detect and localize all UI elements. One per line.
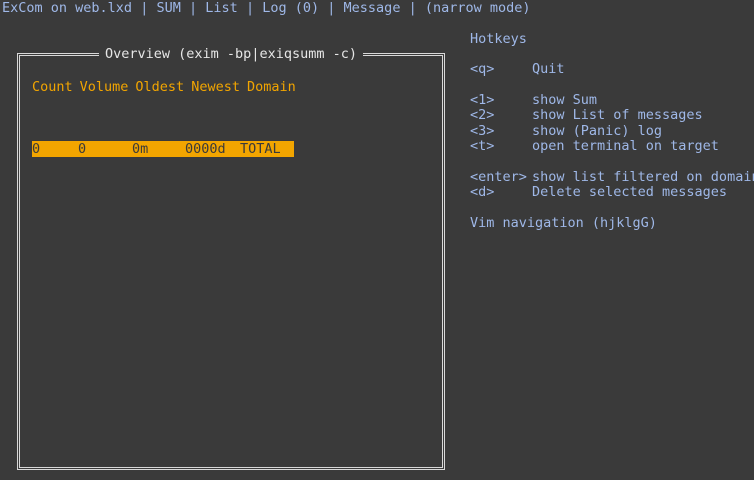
column-header-count: Count (32, 79, 73, 95)
hotkey-desc: Quit (532, 61, 565, 77)
app-title: ExCom on web.lxd (2, 0, 133, 16)
hotkey-key: <t> (470, 138, 495, 154)
menu-item-sum[interactable]: SUM (156, 0, 180, 16)
hotkey-delete: <d> Delete selected messages (470, 184, 754, 201)
column-header-newest: Newest (191, 79, 240, 95)
hotkey-key: <q> (470, 61, 495, 77)
hotkey-desc: Delete selected messages (532, 184, 728, 200)
hotkey-key: <1> (470, 91, 495, 108)
menu-item-log[interactable]: Log (0) (262, 0, 319, 16)
hotkey-key: <enter> (470, 168, 527, 185)
hotkey-enter: <enter> show list filtered on domain (470, 168, 754, 186)
hotkey-desc: show List of messages (532, 107, 703, 123)
hotkey-vim-navigation: Vim navigation (hjklgG) (470, 214, 657, 231)
cell-volume: 0 (78, 141, 87, 157)
cell-domain: TOTAL (240, 141, 281, 157)
menu-item-narrow-mode[interactable]: (narrow mode) (425, 0, 531, 16)
column-header-oldest: Oldest (135, 79, 185, 95)
column-header-row: Count Volume Oldest Newest Domain (32, 79, 296, 95)
menu-separator: | (140, 0, 149, 16)
cell-oldest: 0m (132, 141, 149, 157)
overview-panel-title: Overview (exim -bp|exiqsumm -c) (99, 46, 363, 62)
hotkey-quit: <q> Quit (470, 61, 754, 78)
menu-separator: | (327, 0, 336, 16)
hotkey-show-log: <3> show (Panic) log (470, 122, 754, 140)
menu-item-message[interactable]: Message (344, 0, 401, 16)
column-header-domain: Domain (246, 79, 296, 95)
hotkeys-title: Hotkeys (470, 31, 527, 47)
cell-newest: 0000d (185, 141, 226, 157)
hotkey-key: <d> (470, 184, 495, 200)
table-row-total[interactable]: 0 0 0m 0000d TOTAL (32, 141, 294, 157)
hotkey-desc: open terminal on target (532, 138, 719, 154)
cell-count: 0 (32, 141, 41, 157)
menu-item-list[interactable]: List (205, 0, 238, 16)
top-menu-bar: ExCom on web.lxd | SUM | List | Log (0) … (2, 0, 531, 16)
hotkey-desc: show (Panic) log (532, 122, 663, 139)
column-header-volume: Volume (79, 79, 129, 95)
hotkey-open-terminal: <t> open terminal on target (470, 138, 754, 155)
hotkey-desc: show Sum (532, 91, 598, 108)
overview-panel: Overview (exim -bp|exiqsumm -c) Count Vol… (17, 46, 445, 470)
menu-separator: | (189, 0, 198, 16)
menu-separator: | (408, 0, 417, 16)
hotkey-show-list: <2> show List of messages (470, 107, 754, 124)
hotkey-show-sum: <1> show Sum (470, 91, 754, 109)
hotkey-key: <3> (470, 122, 495, 139)
hotkey-key: <2> (470, 107, 495, 123)
hotkeys-panel: Hotkeys <q> Quit <1> show Sum <2> show L… (470, 31, 754, 231)
hotkey-desc: show list filtered on domain (532, 168, 754, 185)
menu-separator: | (245, 0, 255, 16)
